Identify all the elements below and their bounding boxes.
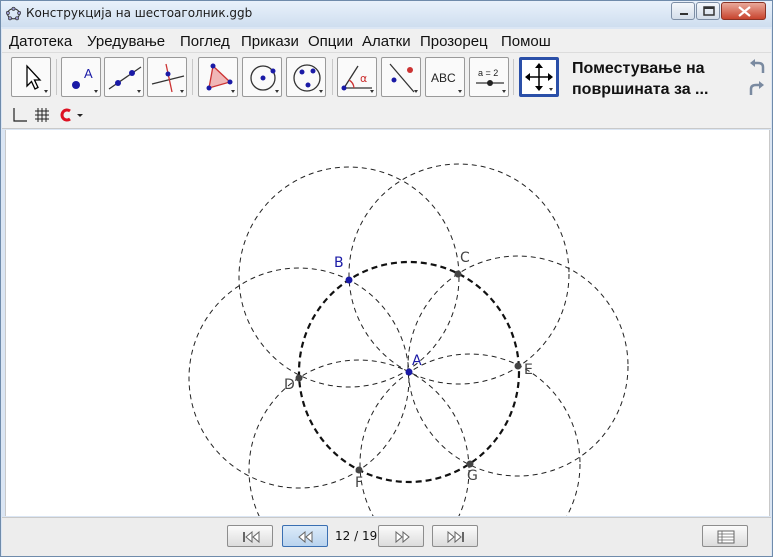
construction-protocol-icon <box>717 530 735 544</box>
first-step-icon <box>243 530 260 544</box>
title-bar[interactable]: Конструкција на шестоаголник.ggb <box>1 1 772 27</box>
minimize-button[interactable] <box>671 2 695 20</box>
slider-tool-icon: a = 2 <box>476 68 506 93</box>
menu-tools[interactable]: Алатки <box>362 33 411 50</box>
last-step-icon <box>447 530 464 544</box>
menu-window[interactable]: Прозорец <box>420 33 488 50</box>
geogebra-window: Конструкција на шестоаголник.ggb Датотек… <box>0 0 773 557</box>
slider-tool-glyph: a = 2 <box>478 68 498 78</box>
circle-center-point-tool-icon <box>250 65 279 93</box>
angle-tool-button[interactable]: α <box>337 57 377 97</box>
menu-bar: Датотека Уредување Поглед Прикази Опции … <box>2 29 771 53</box>
point-g-label: G <box>467 468 478 484</box>
point-e[interactable]: E <box>514 362 533 378</box>
point-g[interactable]: G <box>466 460 478 485</box>
perpendicular-line-tool-button[interactable] <box>147 57 187 97</box>
angle-tool-icon: α <box>341 65 374 93</box>
first-step-button[interactable] <box>227 525 273 547</box>
reflect-tool-button[interactable] <box>381 57 421 97</box>
axes-toggle-icon[interactable] <box>10 106 28 124</box>
line-tool-button[interactable] <box>104 57 144 97</box>
point-a-marker[interactable] <box>405 368 413 376</box>
menu-edit[interactable]: Уредување <box>87 33 165 50</box>
menu-perspectives[interactable]: Прикази <box>241 33 299 50</box>
tool-help-text: Поместување на површината за ... <box>572 58 742 100</box>
move-graphics-view-tool-icon <box>525 63 553 91</box>
grid-toggle-icon[interactable] <box>33 106 51 124</box>
angle-tool-glyph: α <box>360 72 367 85</box>
redo-icon[interactable] <box>746 79 768 99</box>
tool-help-line-2: површината за ... <box>572 81 709 98</box>
new-point-tool-button[interactable]: A <box>61 57 101 97</box>
toolbar: A α ABC a = 2 Поместување на површината … <box>2 53 771 101</box>
close-button[interactable] <box>721 2 766 20</box>
geogebra-app-icon <box>6 6 21 21</box>
text-tool-button[interactable]: ABC <box>425 57 465 97</box>
close-icon <box>738 6 751 17</box>
circle-centered-at-f[interactable] <box>248 359 470 516</box>
reflect-tool-icon <box>389 63 418 93</box>
point-c-marker[interactable] <box>454 270 462 278</box>
point-e-label: E <box>524 362 533 378</box>
menu-options[interactable]: Опции <box>308 33 353 50</box>
last-step-button[interactable] <box>432 525 478 547</box>
chevron-down-icon[interactable] <box>74 106 92 124</box>
slider-tool-button[interactable]: a = 2 <box>469 57 509 97</box>
perpendicular-line-tool-icon <box>151 63 185 93</box>
toolbar-separator <box>332 59 333 95</box>
toolbar-separator <box>513 59 514 95</box>
menu-help[interactable]: Помош <box>501 33 551 50</box>
move-tool-icon <box>26 64 48 93</box>
point-a-label: A <box>412 353 422 369</box>
toolbar-separator <box>192 59 193 95</box>
point-c-label: C <box>460 250 470 266</box>
polygon-tool-button[interactable] <box>198 57 238 97</box>
point-d-marker[interactable] <box>295 374 303 382</box>
point-capturing-icon[interactable] <box>57 106 75 124</box>
menu-view[interactable]: Поглед <box>180 33 230 50</box>
circle-three-points-tool-icon <box>293 64 323 93</box>
previous-step-icon <box>298 530 313 544</box>
move-graphics-view-tool-button[interactable] <box>519 57 559 97</box>
next-step-icon <box>395 530 410 544</box>
point-f-marker[interactable] <box>355 466 363 474</box>
minimize-icon <box>680 13 688 15</box>
step-counter: 12 / 19 <box>335 529 378 543</box>
text-tool-icon: ABC <box>431 71 462 93</box>
menu-file[interactable]: Датотека <box>9 33 72 50</box>
point-f[interactable]: F <box>355 466 363 492</box>
style-bar <box>2 101 771 129</box>
polygon-tool-icon <box>206 63 235 93</box>
text-tool-glyph: ABC <box>431 71 456 85</box>
new-point-tool-icon: A <box>72 66 98 93</box>
new-point-tool-glyph: A <box>84 66 93 81</box>
point-b-marker[interactable] <box>345 276 353 284</box>
construction-navigation-bar: 12 / 19 <box>2 517 771 556</box>
line-tool-icon <box>108 66 142 93</box>
move-tool-button[interactable] <box>11 57 51 97</box>
undo-icon[interactable] <box>746 57 768 77</box>
point-g-marker[interactable] <box>466 460 474 468</box>
toolbar-separator <box>56 59 57 95</box>
point-b-label: B <box>334 255 344 271</box>
point-f-label: F <box>355 475 363 491</box>
circle-center-point-tool-button[interactable] <box>242 57 282 97</box>
graphics-view[interactable]: A B C D E F G <box>5 130 770 516</box>
geometry-canvas[interactable]: A B C D E F G <box>6 130 771 516</box>
previous-step-button[interactable] <box>282 525 328 547</box>
tool-help-line-1: Поместување на <box>572 60 705 77</box>
point-e-marker[interactable] <box>514 362 522 370</box>
maximize-icon <box>703 6 715 16</box>
point-d-label: D <box>284 377 295 393</box>
construction-protocol-button[interactable] <box>702 525 748 547</box>
maximize-button[interactable] <box>696 2 720 20</box>
next-step-button[interactable] <box>378 525 424 547</box>
window-title: Конструкција на шестоаголник.ggb <box>26 6 253 20</box>
circle-three-points-tool-button[interactable] <box>286 57 326 97</box>
